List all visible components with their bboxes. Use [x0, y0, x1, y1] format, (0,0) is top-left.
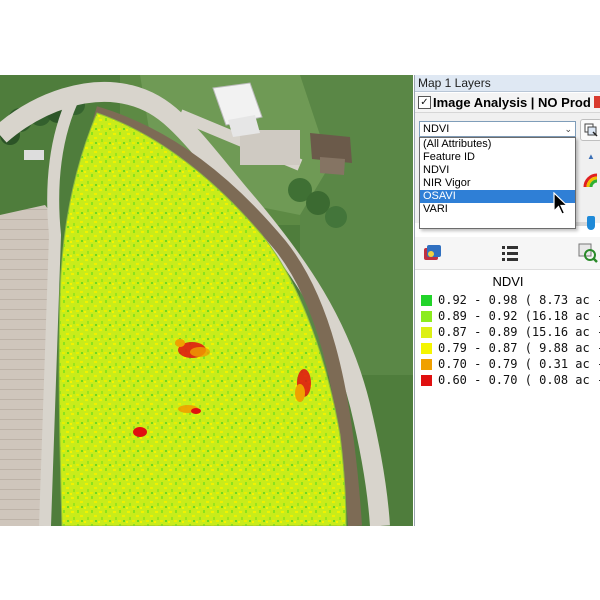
attribute-option-selected[interactable]: OSAVI — [420, 190, 575, 203]
layer-row-image-analysis[interactable]: ✓ Image Analysis | NO Prod — [415, 93, 600, 113]
legend-label: 0.70 - 0.79 ( 0.31 ac - — [438, 357, 600, 371]
legend-label: 0.87 - 0.89 (15.16 ac - — [438, 325, 600, 339]
color-ramp-icon[interactable] — [583, 173, 599, 189]
layer-visibility-checkbox[interactable]: ✓ — [418, 96, 431, 109]
attribute-dropdown[interactable]: NDVI ⌄ — [419, 121, 576, 137]
legend-title: NDVI — [492, 274, 524, 289]
copy-layer-icon — [584, 123, 598, 137]
attribute-option[interactable]: NDVI — [420, 164, 575, 177]
panel-title: Map 1 Layers — [415, 75, 600, 92]
attribute-dropdown-value: NDVI — [423, 123, 450, 135]
palette-icon[interactable] — [421, 242, 443, 264]
attribute-option[interactable]: Feature ID — [420, 151, 575, 164]
attribute-option[interactable]: NIR Vigor — [420, 177, 575, 190]
zoom-search-icon[interactable] — [577, 242, 599, 264]
copy-layer-button[interactable] — [580, 119, 600, 141]
layers-panel: Map 1 Layers ✓ Image Analysis | NO Prod … — [414, 75, 600, 526]
aerial-imagery — [0, 75, 413, 526]
legend-label: 0.89 - 0.92 (16.18 ac - — [438, 309, 600, 323]
attribute-option[interactable]: (All Attributes) — [420, 138, 575, 151]
legend-swatch — [421, 311, 432, 322]
legend-swatch — [421, 359, 432, 370]
chevron-down-icon: ⌄ — [564, 124, 572, 134]
legend-swatch — [421, 327, 432, 338]
attribute-option[interactable]: VARI — [420, 203, 575, 216]
layer-color-flag — [594, 96, 600, 108]
transparency-slider-thumb[interactable] — [587, 216, 595, 230]
map-view[interactable] — [0, 75, 413, 526]
legend-label: 0.60 - 0.70 ( 0.08 ac - — [438, 373, 600, 387]
legend-swatch — [421, 375, 432, 386]
layer-name[interactable]: Image Analysis | NO Prod — [433, 94, 591, 111]
scroll-up-arrow-icon[interactable]: ▲ — [587, 152, 595, 161]
legend-label: 0.92 - 0.98 ( 8.73 ac - — [438, 293, 600, 307]
legend-swatch — [421, 295, 432, 306]
layer-tool-buttons — [415, 237, 600, 270]
legend-label: 0.79 - 0.87 ( 9.88 ac - — [438, 341, 600, 355]
mouse-pointer-icon — [553, 192, 569, 215]
list-icon[interactable] — [499, 242, 521, 264]
legend-swatch — [421, 343, 432, 354]
